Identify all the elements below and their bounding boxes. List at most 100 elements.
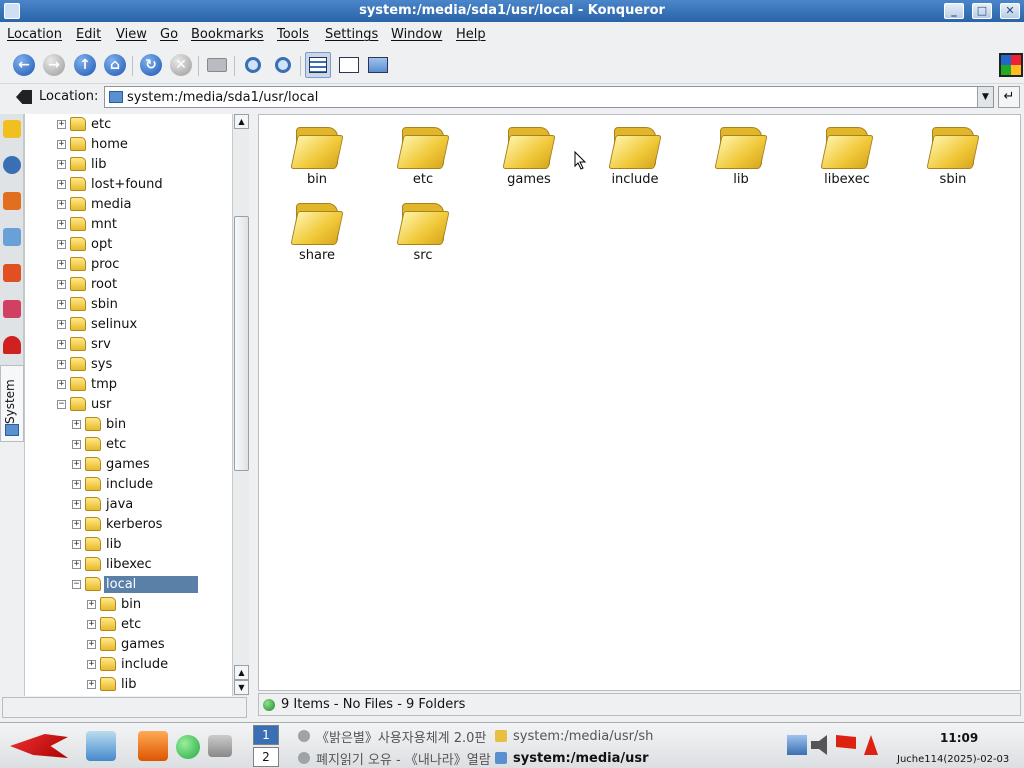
tree-item[interactable]: + include bbox=[72, 474, 155, 494]
folder-tree[interactable]: + etc + home + lib + lost+found + media + mnt + opt + p… bbox=[24, 114, 232, 696]
tree-item[interactable]: + proc bbox=[57, 254, 121, 274]
expand-icon[interactable]: + bbox=[57, 279, 66, 289]
expand-icon[interactable]: + bbox=[72, 479, 81, 489]
file-icon-view[interactable]: bin etc games include lib libexec sbin share src bbox=[258, 114, 1021, 691]
reload-button[interactable]: ↻ bbox=[138, 52, 164, 78]
maximize-button[interactable]: □ bbox=[972, 3, 992, 19]
tree-item[interactable]: + bin bbox=[72, 414, 128, 434]
expand-icon[interactable]: + bbox=[72, 419, 81, 429]
media-player-icon[interactable] bbox=[3, 336, 21, 354]
tree-item[interactable]: + opt bbox=[57, 234, 114, 254]
back-button[interactable]: ← bbox=[11, 52, 37, 78]
tree-item[interactable]: + lib bbox=[72, 534, 123, 554]
tree-item[interactable]: + java bbox=[72, 494, 135, 514]
tree-item[interactable]: + srv bbox=[57, 334, 113, 354]
go-button[interactable]: ↵ bbox=[998, 86, 1020, 108]
expand-icon[interactable]: + bbox=[87, 679, 96, 689]
menu-tools[interactable]: Tools bbox=[277, 27, 309, 42]
home-button[interactable]: ⌂ bbox=[102, 52, 128, 78]
tree-item[interactable]: + bin bbox=[87, 594, 143, 614]
tree-item[interactable]: + tmp bbox=[57, 374, 119, 394]
expand-icon[interactable]: + bbox=[72, 519, 81, 529]
folder-item[interactable]: libexec bbox=[807, 117, 887, 187]
clear-location-icon[interactable] bbox=[16, 90, 32, 104]
expand-icon[interactable]: + bbox=[72, 539, 81, 549]
expand-icon[interactable]: + bbox=[87, 599, 96, 609]
file-manager-launcher-icon[interactable] bbox=[138, 731, 168, 761]
zoom-out-button[interactable] bbox=[270, 52, 296, 78]
expand-icon[interactable]: + bbox=[72, 459, 81, 469]
stop-button[interactable]: ✕ bbox=[168, 52, 194, 78]
folder-item[interactable]: share bbox=[277, 193, 357, 263]
menu-bookmarks[interactable]: Bookmarks bbox=[191, 27, 264, 42]
tree-item[interactable]: + sys bbox=[57, 354, 114, 374]
menu-edit[interactable]: Edit bbox=[76, 27, 101, 42]
folder-item[interactable]: src bbox=[383, 193, 463, 263]
expand-icon[interactable]: + bbox=[57, 199, 66, 209]
collapse-icon[interactable]: − bbox=[57, 399, 66, 409]
bookmarks-star-icon[interactable] bbox=[3, 120, 21, 138]
history-icon[interactable] bbox=[3, 156, 21, 174]
menu-settings[interactable]: Settings bbox=[325, 27, 378, 42]
tree-item[interactable]: + etc bbox=[72, 434, 128, 454]
pane-splitter[interactable] bbox=[249, 114, 258, 696]
tree-item[interactable]: + etc bbox=[87, 614, 143, 634]
tree-item[interactable]: + etc bbox=[57, 114, 113, 134]
expand-icon[interactable]: + bbox=[72, 439, 81, 449]
taskbar-task[interactable]: 《밝은별》사용자용체계 2.0판 bbox=[298, 726, 486, 746]
tree-item[interactable]: + kerberos bbox=[72, 514, 164, 534]
location-input[interactable]: system:/media/sda1/usr/local ▼ bbox=[104, 86, 994, 108]
folder-item[interactable]: include bbox=[595, 117, 675, 187]
tree-item[interactable]: + lost+found bbox=[57, 174, 165, 194]
menu-location[interactable]: Location bbox=[7, 27, 62, 42]
text-editor-launcher-icon[interactable] bbox=[86, 731, 116, 761]
location-value[interactable]: system:/media/sda1/usr/local bbox=[127, 90, 318, 105]
up-button[interactable]: ↑ bbox=[72, 52, 98, 78]
close-button[interactable]: ✕ bbox=[1000, 3, 1020, 19]
tree-item[interactable]: + mnt bbox=[57, 214, 119, 234]
tree-item[interactable]: + sbin bbox=[57, 294, 120, 314]
desktop-2-button[interactable]: 2 bbox=[253, 747, 279, 767]
tree-view-button[interactable] bbox=[336, 52, 362, 78]
expand-icon[interactable]: + bbox=[57, 139, 66, 149]
tree-item[interactable]: + libexec bbox=[72, 554, 154, 574]
scroll-down-button[interactable]: ▼ bbox=[234, 680, 249, 695]
notification-tray-icon[interactable] bbox=[864, 735, 878, 755]
sidebar-tab-system[interactable]: System bbox=[0, 365, 24, 442]
menu-go[interactable]: Go bbox=[160, 27, 178, 42]
expand-icon[interactable]: + bbox=[57, 219, 66, 229]
folder-item[interactable]: bin bbox=[277, 117, 357, 187]
expand-icon[interactable]: + bbox=[57, 159, 66, 169]
web-browser-launcher-icon[interactable] bbox=[176, 735, 200, 759]
expand-icon[interactable]: + bbox=[72, 499, 81, 509]
start-menu-icon[interactable] bbox=[10, 734, 68, 758]
expand-icon[interactable]: + bbox=[57, 239, 66, 249]
expand-icon[interactable]: + bbox=[72, 559, 81, 569]
tree-item[interactable]: + home bbox=[57, 134, 130, 154]
tree-item[interactable]: + lib bbox=[57, 154, 108, 174]
expand-icon[interactable]: + bbox=[57, 179, 66, 189]
expand-icon[interactable]: + bbox=[57, 379, 66, 389]
network-icon[interactable] bbox=[3, 228, 21, 246]
terminal-launcher-icon[interactable] bbox=[208, 735, 232, 757]
folder-item[interactable]: lib bbox=[701, 117, 781, 187]
tree-item[interactable]: − local bbox=[72, 574, 198, 594]
tree-scrollbar[interactable]: ▲ ▲ ▼ bbox=[232, 114, 249, 696]
desktop-1-button[interactable]: 1 bbox=[253, 725, 279, 745]
forward-button[interactable]: → bbox=[41, 52, 67, 78]
expand-icon[interactable]: + bbox=[57, 299, 66, 309]
flag-tray-icon[interactable] bbox=[836, 735, 856, 749]
menu-help[interactable]: Help bbox=[456, 27, 486, 42]
home-folder-icon[interactable] bbox=[3, 192, 21, 210]
menu-window[interactable]: Window bbox=[391, 27, 442, 42]
zoom-in-button[interactable] bbox=[240, 52, 266, 78]
print-button[interactable] bbox=[204, 52, 230, 78]
tree-item[interactable]: − usr bbox=[57, 394, 113, 414]
volume-tray-icon[interactable] bbox=[811, 735, 827, 755]
tree-item[interactable]: + games bbox=[72, 454, 152, 474]
preview-view-button[interactable] bbox=[365, 52, 391, 78]
tree-item[interactable]: + root bbox=[57, 274, 119, 294]
scroll-up-button[interactable]: ▲ bbox=[234, 114, 249, 129]
taskbar-task[interactable]: system:/media/usr/sh bbox=[495, 726, 687, 746]
taskbar-task[interactable]: 폐지읽기 오유 - 《내나라》열람 bbox=[298, 748, 494, 768]
